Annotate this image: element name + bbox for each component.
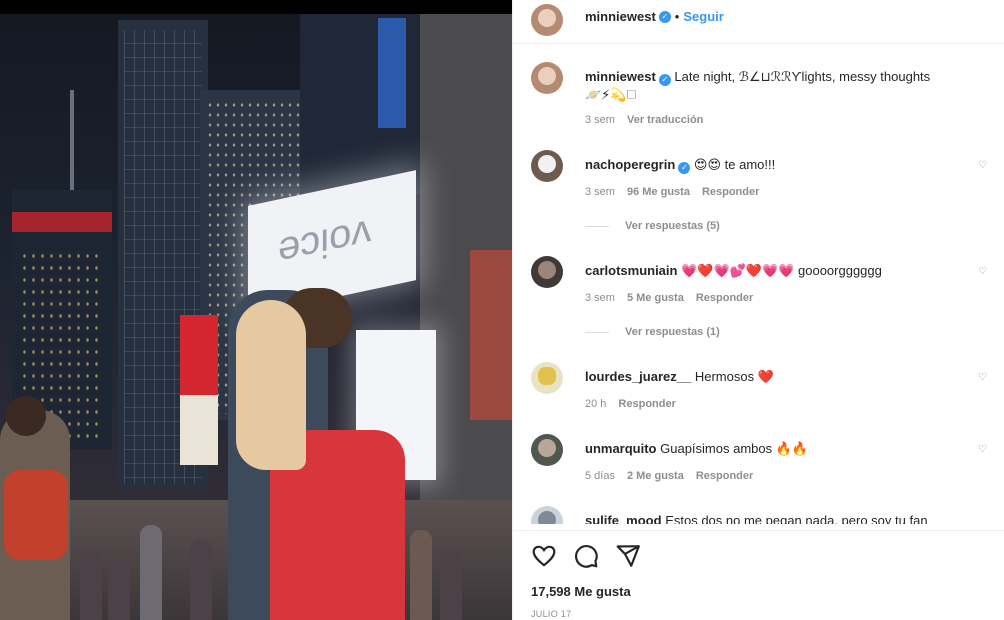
comment-meta: 3 sem 5 Me gusta Responder <box>585 292 753 304</box>
red-sign <box>180 315 218 395</box>
avatar[interactable] <box>531 434 563 466</box>
view-replies-button[interactable]: Ver respuestas (5) <box>585 220 720 232</box>
action-bar <box>513 530 1004 570</box>
comment-meta: 20 h Responder <box>585 398 676 410</box>
view-replies-label: Ver respuestas (1) <box>625 326 720 338</box>
translate-link[interactable]: Ver traducción <box>627 114 703 126</box>
comment-likes[interactable]: 96 Me gusta <box>627 186 690 198</box>
red-backpack <box>4 470 68 560</box>
comment-username[interactable]: sulife_mood <box>585 513 662 524</box>
share-icon[interactable] <box>615 543 641 569</box>
post-side-panel: minniewest ✓ • Seguir minniewest ✓ Late n… <box>512 0 1004 620</box>
comment-username[interactable]: minniewest <box>585 69 656 84</box>
avatar[interactable] <box>531 4 563 36</box>
post-header: minniewest ✓ • Seguir <box>513 0 1004 44</box>
comment-text: Estos dos no me pegan nada, pero soy tu … <box>665 513 928 524</box>
follow-button[interactable]: Seguir <box>683 9 723 24</box>
crowd-person <box>108 560 130 620</box>
post-date: JULIO 17 <box>531 609 572 619</box>
comment-like-icon[interactable]: ♡ <box>978 372 987 383</box>
comment-username[interactable]: unmarquito <box>585 441 657 456</box>
avatar[interactable] <box>531 62 563 94</box>
crowd-person <box>140 525 162 620</box>
comment-body: unmarquito Guapísimos ambos 🔥🔥 <box>585 440 985 458</box>
comment-body: lourdes_juarez__ Hermosos ❤️ <box>585 368 985 386</box>
post-photo[interactable]: voice <box>0 0 512 620</box>
comment-meta: 5 días 2 Me gusta Responder <box>585 470 753 482</box>
avatar[interactable] <box>531 150 563 182</box>
separator-dot: • <box>674 9 680 24</box>
white-sign <box>180 395 218 465</box>
reply-button[interactable]: Responder <box>696 292 753 304</box>
reply-button[interactable]: Responder <box>702 186 759 198</box>
caption-emojis: 🪐⚡💫🗆 <box>585 87 637 102</box>
verified-icon: ✓ <box>658 74 671 86</box>
comment-time: 3 sem <box>585 114 615 126</box>
crowd-person <box>440 550 462 620</box>
comment-like-icon[interactable]: ♡ <box>978 160 987 171</box>
caption-body: minniewest ✓ Late night, ℬ∠⊔ℛℛϒlights, me… <box>585 68 985 104</box>
comment-time: 5 días <box>585 470 615 482</box>
comment-text: 💗❤️💗💕❤️💗💗 goooorgggggg <box>681 263 882 278</box>
avatar[interactable] <box>531 256 563 288</box>
comment-username[interactable]: carlotsmuniain <box>585 263 677 278</box>
crowd-person <box>410 530 432 620</box>
comment-like-icon[interactable]: ♡ <box>978 444 987 455</box>
comment-meta: 3 sem 96 Me gusta Responder <box>585 186 759 198</box>
woman-hair <box>236 300 306 470</box>
replies-line <box>585 225 609 227</box>
blue-billboard <box>378 18 406 128</box>
photo-top-bar <box>0 0 512 14</box>
reply-button[interactable]: Responder <box>618 398 675 410</box>
building-spire <box>70 90 74 200</box>
building-red-sign <box>12 212 112 232</box>
crowd-person <box>190 540 212 620</box>
comment-icon[interactable] <box>573 543 599 569</box>
comment-text: Guapísimos ambos 🔥🔥 <box>660 441 809 456</box>
replies-line <box>585 331 609 333</box>
reply-button[interactable]: Responder <box>696 470 753 482</box>
building-dark <box>300 14 440 194</box>
author-username[interactable]: minniewest <box>585 9 656 24</box>
view-replies-label: Ver respuestas (5) <box>625 220 720 232</box>
comment-likes[interactable]: 5 Me gusta <box>627 292 684 304</box>
red-sign-right <box>470 250 512 420</box>
comment-username[interactable]: lourdes_juarez__ <box>585 369 691 384</box>
header-row: minniewest ✓ • Seguir <box>585 9 724 24</box>
comment-time: 20 h <box>585 398 607 410</box>
comment-body: nachoperegrin ✓ 😍😍 te amo!!! <box>585 156 985 174</box>
avatar[interactable] <box>531 506 563 524</box>
person-left-head <box>6 396 46 436</box>
comment-text: Hermosos ❤️ <box>694 369 774 384</box>
caption-meta: 3 sem Ver traducción <box>585 114 703 126</box>
billboard-text: voice <box>278 210 372 275</box>
view-replies-button[interactable]: Ver respuestas (1) <box>585 326 720 338</box>
likes-count[interactable]: 17,598 Me gusta <box>531 584 631 599</box>
crowd-person <box>80 550 102 620</box>
comment-time: 3 sem <box>585 292 615 304</box>
comments-list[interactable]: minniewest ✓ Late night, ℬ∠⊔ℛℛϒlights, me… <box>513 44 1004 524</box>
caption-text: Late night, ℬ∠⊔ℛℛϒlights, messy thoughts <box>674 69 931 84</box>
comment-time: 3 sem <box>585 186 615 198</box>
comment-body: carlotsmuniain 💗❤️💗💕❤️💗💗 goooorgggggg <box>585 262 985 280</box>
verified-icon: ✓ <box>658 10 671 23</box>
verified-icon: ✓ <box>678 162 691 174</box>
comment-like-icon[interactable]: ♡ <box>978 266 987 277</box>
comment-username[interactable]: nachoperegrin <box>585 157 675 172</box>
avatar[interactable] <box>531 362 563 394</box>
comment-body: sulife_mood Estos dos no me pegan nada, … <box>585 512 985 524</box>
heart-icon[interactable] <box>531 543 557 569</box>
comment-text: 😍😍 te amo!!! <box>693 157 776 172</box>
comment-likes[interactable]: 2 Me gusta <box>627 470 684 482</box>
